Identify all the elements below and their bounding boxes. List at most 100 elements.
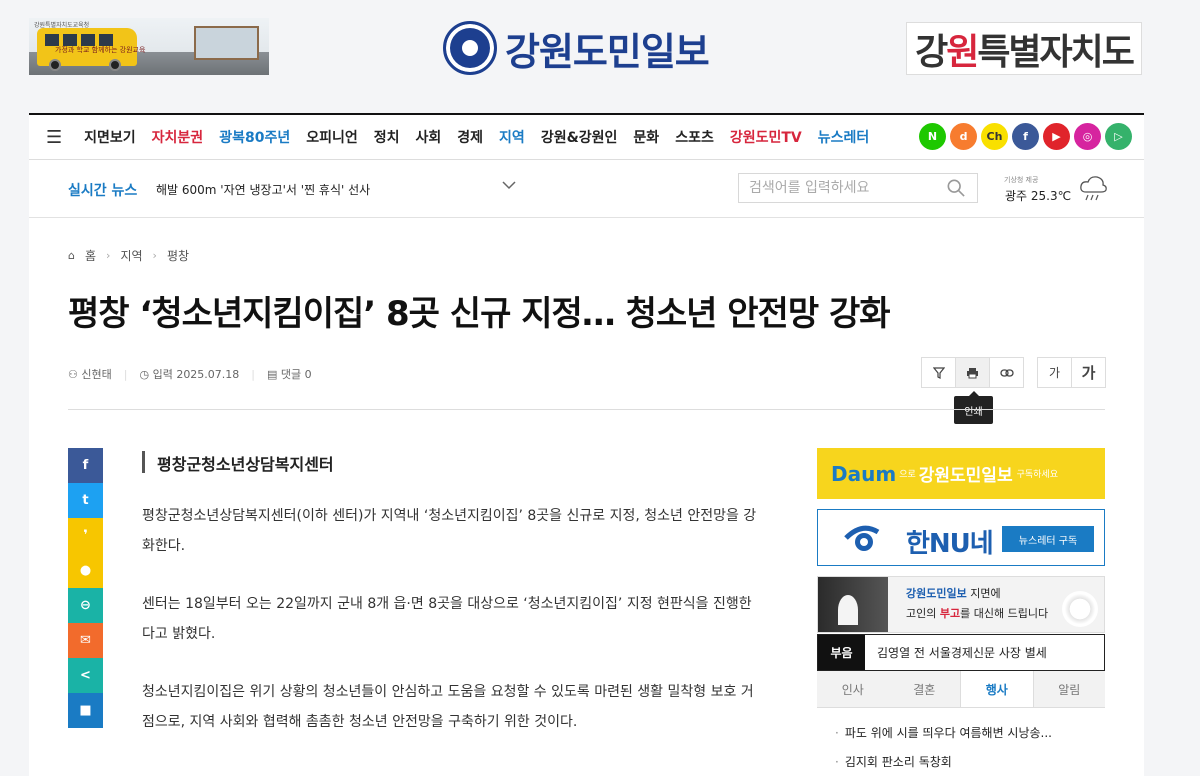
home-icon[interactable]: ⌂ [68, 249, 75, 262]
nav-item[interactable]: 지면보기 [84, 127, 136, 147]
nav-item[interactable]: 정치 [374, 127, 400, 147]
author-name: 신현태 [81, 368, 112, 381]
person-icon: ⚇ [68, 368, 78, 381]
tab-item[interactable]: 행사 [960, 671, 1034, 707]
filter-icon[interactable] [921, 357, 956, 388]
search-input[interactable] [739, 174, 929, 202]
weather-temp: 광주 25.3℃ [1005, 189, 1072, 203]
site-logo[interactable]: 강원도민일보 [443, 20, 710, 76]
breadcrumb-level2[interactable]: 평창 [167, 247, 189, 264]
chevron-down-icon[interactable] [501, 178, 517, 194]
nav-item[interactable]: 뉴스레터 [818, 127, 870, 147]
nav-item[interactable]: 강원도민TV [730, 127, 802, 147]
obit-line2: 고인의 부고를 대신해 드립니다 [906, 605, 1048, 621]
region-logo-part: 강 [915, 31, 948, 73]
obituary-service-ad[interactable]: 강원도민일보 지면에 고인의 부고를 대신해 드립니다 [817, 576, 1105, 633]
nav-items: 지면보기 자치분권 광복80주년 오피니언 정치 사회 경제 지역 강원&강원인 문화 스포츠 강원도… [84, 127, 885, 147]
logo-text: 강원도민일보 [505, 29, 710, 74]
kakao-talk-share-icon[interactable]: ● [68, 553, 103, 588]
obit-line1: 강원도민일보 지면에 [906, 585, 1001, 601]
nav-item[interactable]: 스포츠 [675, 127, 714, 147]
ticker-headline[interactable]: 해발 600m '자연 냉장고'서 '찐 휴식' 선사 [156, 181, 370, 198]
obituary-label: 부음 [818, 635, 865, 670]
newsletter-subscribe-button[interactable]: 뉴스레터 구독 [1002, 526, 1094, 552]
copy-link-icon[interactable]: ⊖ [68, 588, 103, 623]
weather-source: 기상청 제공 [1004, 176, 1039, 184]
hannune-name: 한NU네 [906, 529, 994, 559]
nav-item[interactable]: 사회 [416, 127, 442, 147]
published-date: ◷ 입력 2025.07.18 [139, 366, 239, 382]
obituary-text[interactable]: 김영열 전 서울경제신문 사장 별세 [865, 644, 1047, 661]
bookmark-icon[interactable]: ■ [68, 693, 103, 728]
gangwon-province-banner[interactable]: 강 원 특별자치도 [906, 22, 1142, 75]
obit-brand: 강원도민일보 [906, 587, 967, 600]
share-icon[interactable]: < [68, 658, 103, 693]
nav-item[interactable]: 강원&강원인 [541, 127, 618, 147]
instagram-icon[interactable]: ◎ [1074, 123, 1101, 150]
breadcrumb-home[interactable]: 홈 [85, 247, 96, 264]
menu-icon[interactable]: ☰ [46, 127, 62, 148]
nav-item[interactable]: 경제 [457, 127, 483, 147]
nav-item[interactable]: 자치분권 [152, 127, 204, 147]
tool-gap [1024, 357, 1038, 388]
print-icon[interactable] [955, 357, 990, 388]
breadcrumb-level1[interactable]: 지역 [120, 247, 142, 264]
font-increase-button[interactable]: 가 [1071, 357, 1106, 388]
email-share-icon[interactable]: ✉ [68, 623, 103, 658]
youtube-icon[interactable]: ▶ [1043, 123, 1070, 150]
ticker-label: 실시간 뉴스 [68, 183, 138, 199]
flower-icon [1062, 591, 1098, 627]
kakao-channel-icon[interactable]: Ch [981, 123, 1008, 150]
twitter-share-icon[interactable]: t [68, 483, 103, 518]
nav-item[interactable]: 광복80주년 [219, 127, 290, 147]
obit-line2-b: 를 대신해 드립니다 [960, 607, 1049, 620]
tab-item[interactable]: 결혼 [889, 671, 961, 707]
article-paragraph: 평창군청소년상담복지센터(이하 센터)가 지역내 ‘청소년지킴이집’ 8곳을 신… [142, 508, 757, 554]
breadcrumb: ⌂ 홈 › 지역 › 평창 [68, 247, 189, 264]
tab-item[interactable]: 알림 [1034, 671, 1106, 707]
daum-connector: 으로 [899, 470, 916, 480]
bus-stop-illustration [194, 26, 259, 60]
list-item[interactable]: 김지회 판소리 독창회 [835, 753, 1052, 776]
daum-paper-name: 강원도민일보 [918, 466, 1013, 486]
top-banner-ad[interactable]: 강원특별자치도교육청 가정과 학교 함께하는 강원교육 [29, 18, 269, 75]
play-icon[interactable]: ▷ [1105, 123, 1132, 150]
comment-icon: ▤ [267, 368, 278, 381]
search-box [738, 173, 978, 203]
article-meta: ⚇ 신현태 | ◷ 입력 2025.07.18 | ▤ 댓글 0 [68, 366, 312, 382]
article-tools: 가 가 [921, 357, 1106, 388]
link-icon[interactable] [989, 357, 1024, 388]
daum-logo: Daum [831, 461, 897, 486]
daum-icon[interactable]: d [950, 123, 977, 150]
tab-item[interactable]: 인사 [817, 671, 889, 707]
header-divider [68, 409, 1105, 410]
nav-item[interactable]: 지역 [499, 127, 525, 147]
list-item[interactable]: 파도 위에 시를 띄우다 여름해변 시낭송... [835, 724, 1052, 753]
obit-photo [818, 577, 888, 632]
comment-count[interactable]: ▤ 댓글 0 [267, 366, 312, 382]
naver-icon[interactable]: N [919, 123, 946, 150]
obit-line1-rest: 지면에 [966, 587, 1001, 600]
author: ⚇ 신현태 [68, 366, 112, 382]
obituary-notice[interactable]: 부음 김영열 전 서울경제신문 사장 별세 [817, 634, 1105, 671]
logo-emblem-icon [443, 21, 497, 75]
facebook-icon[interactable]: f [1012, 123, 1039, 150]
nav-item[interactable]: 오피니언 [306, 127, 358, 147]
daum-subscribe-ad[interactable]: Daum 으로 강원도민일보 구독하세요 [817, 448, 1105, 499]
article-subheading: 평창군청소년상담복지센터 [142, 451, 334, 474]
share-bar: f t ❜ ● ⊖ ✉ < ■ [68, 448, 103, 728]
clock-icon: ◷ [139, 368, 150, 381]
rain-cloud-icon [1080, 176, 1107, 201]
hannune-newsletter-ad[interactable]: 한NU네 뉴스레터 구독 [817, 509, 1105, 566]
obit-line2-red: 부고 [939, 607, 961, 620]
region-logo-red: 원 [946, 31, 979, 73]
search-icon[interactable] [947, 179, 965, 197]
article-paragraph: 청소년지킴이집은 위기 상황의 청소년들이 안심하고 도움을 요청할 수 있도록… [142, 684, 754, 730]
daum-cta: 구독하세요 [1016, 470, 1058, 480]
facebook-share-icon[interactable]: f [68, 448, 103, 483]
kakao-story-share-icon[interactable]: ❜ [68, 518, 103, 553]
font-decrease-button[interactable]: 가 [1037, 357, 1072, 388]
nav-item[interactable]: 문화 [633, 127, 659, 147]
breadcrumb-sep: › [152, 249, 157, 262]
meta-divider: | [123, 367, 128, 381]
